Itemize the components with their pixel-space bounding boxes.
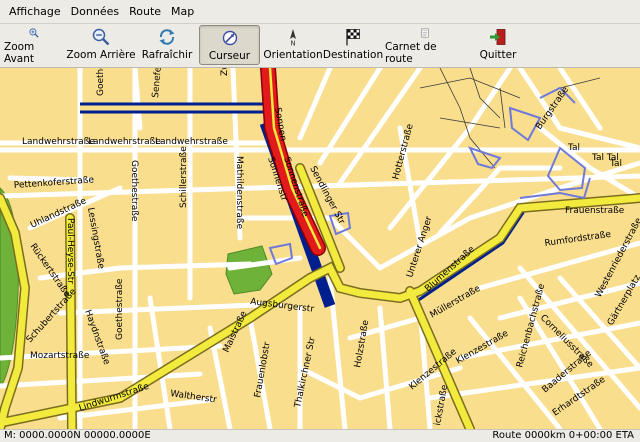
map-canvas[interactable]: Goethe Senefeld Zwe Sonnen Sonnenstraße … bbox=[0, 68, 640, 429]
quit-button[interactable]: Quitter bbox=[474, 25, 522, 65]
menu-bar: Affichage Données Route Map bbox=[0, 0, 640, 24]
label-frauen: Frauenstraße bbox=[565, 206, 625, 216]
zoom-in-label: Zoom Avant bbox=[4, 41, 35, 65]
map-view[interactable]: Goethe Senefeld Zwe Sonnen Sonnenstraße … bbox=[0, 68, 640, 429]
label-zwe: Zwe bbox=[220, 68, 230, 76]
destination-label: Destination bbox=[322, 49, 384, 61]
roadbook-button[interactable]: Carnet de route bbox=[385, 25, 465, 65]
status-bar: M: 0000.0000N 00000.0000E Route 0000km 0… bbox=[0, 429, 640, 442]
label-landwehr1: Landwehrstraße bbox=[22, 137, 95, 147]
exit-door-icon bbox=[490, 29, 506, 45]
zoom-out-icon bbox=[92, 28, 110, 46]
label-schiller: Schillerstraße bbox=[179, 146, 189, 208]
roadbook-label: Carnet de route bbox=[385, 41, 437, 65]
label-tal1: Tal bbox=[567, 143, 580, 153]
cursor-icon bbox=[222, 30, 237, 46]
zoom-out-label: Zoom Arrière bbox=[66, 49, 136, 61]
label-tal2: Tal bbox=[609, 159, 622, 169]
label-paul-heyse: Paul-Heyse-Str bbox=[65, 218, 75, 284]
toolbar: Zoom Avant Zoom Arrière Rafraîchir Curse… bbox=[0, 24, 640, 68]
menu-donnees[interactable]: Données bbox=[66, 2, 124, 21]
zoom-in-button[interactable]: Zoom Avant bbox=[4, 25, 64, 65]
status-position: M: 0000.0000N 00000.0000E bbox=[4, 430, 151, 441]
label-goethe1: Goethe bbox=[96, 68, 106, 96]
roadbook-icon bbox=[421, 28, 429, 38]
label-landwehr2: Landwehrstraße bbox=[88, 137, 161, 147]
quit-label: Quitter bbox=[479, 49, 517, 61]
destination-button[interactable]: Destination bbox=[322, 25, 384, 65]
orientation-button[interactable]: N Orientation bbox=[263, 25, 323, 65]
menu-affichage[interactable]: Affichage bbox=[4, 2, 66, 21]
menu-route[interactable]: Route bbox=[124, 2, 166, 21]
menu-map[interactable]: Map bbox=[166, 2, 199, 21]
cursor-button[interactable]: Curseur bbox=[199, 25, 260, 65]
status-route: Route 0000km 0+00:00 ETA bbox=[492, 430, 634, 441]
label-goethe3: Goethestraße bbox=[115, 278, 125, 340]
cursor-label: Curseur bbox=[208, 50, 251, 62]
svg-text:N: N bbox=[290, 40, 295, 47]
checkered-flag-icon bbox=[346, 29, 360, 46]
label-mozart: Mozartstraße bbox=[30, 351, 90, 361]
north-arrow-icon: N bbox=[290, 29, 296, 47]
refresh-button[interactable]: Rafraîchir bbox=[140, 25, 194, 65]
orientation-label: Orientation bbox=[263, 49, 323, 61]
refresh-icon bbox=[159, 29, 175, 45]
zoom-in-icon bbox=[29, 28, 39, 38]
label-goethe2: Goethestraße bbox=[129, 160, 139, 222]
refresh-label: Rafraîchir bbox=[141, 49, 193, 61]
zoom-out-button[interactable]: Zoom Arrière bbox=[66, 25, 136, 65]
label-mathilden: Mathildenstraße bbox=[234, 156, 244, 230]
label-landwehr3: Landwehrstraße bbox=[155, 137, 228, 147]
